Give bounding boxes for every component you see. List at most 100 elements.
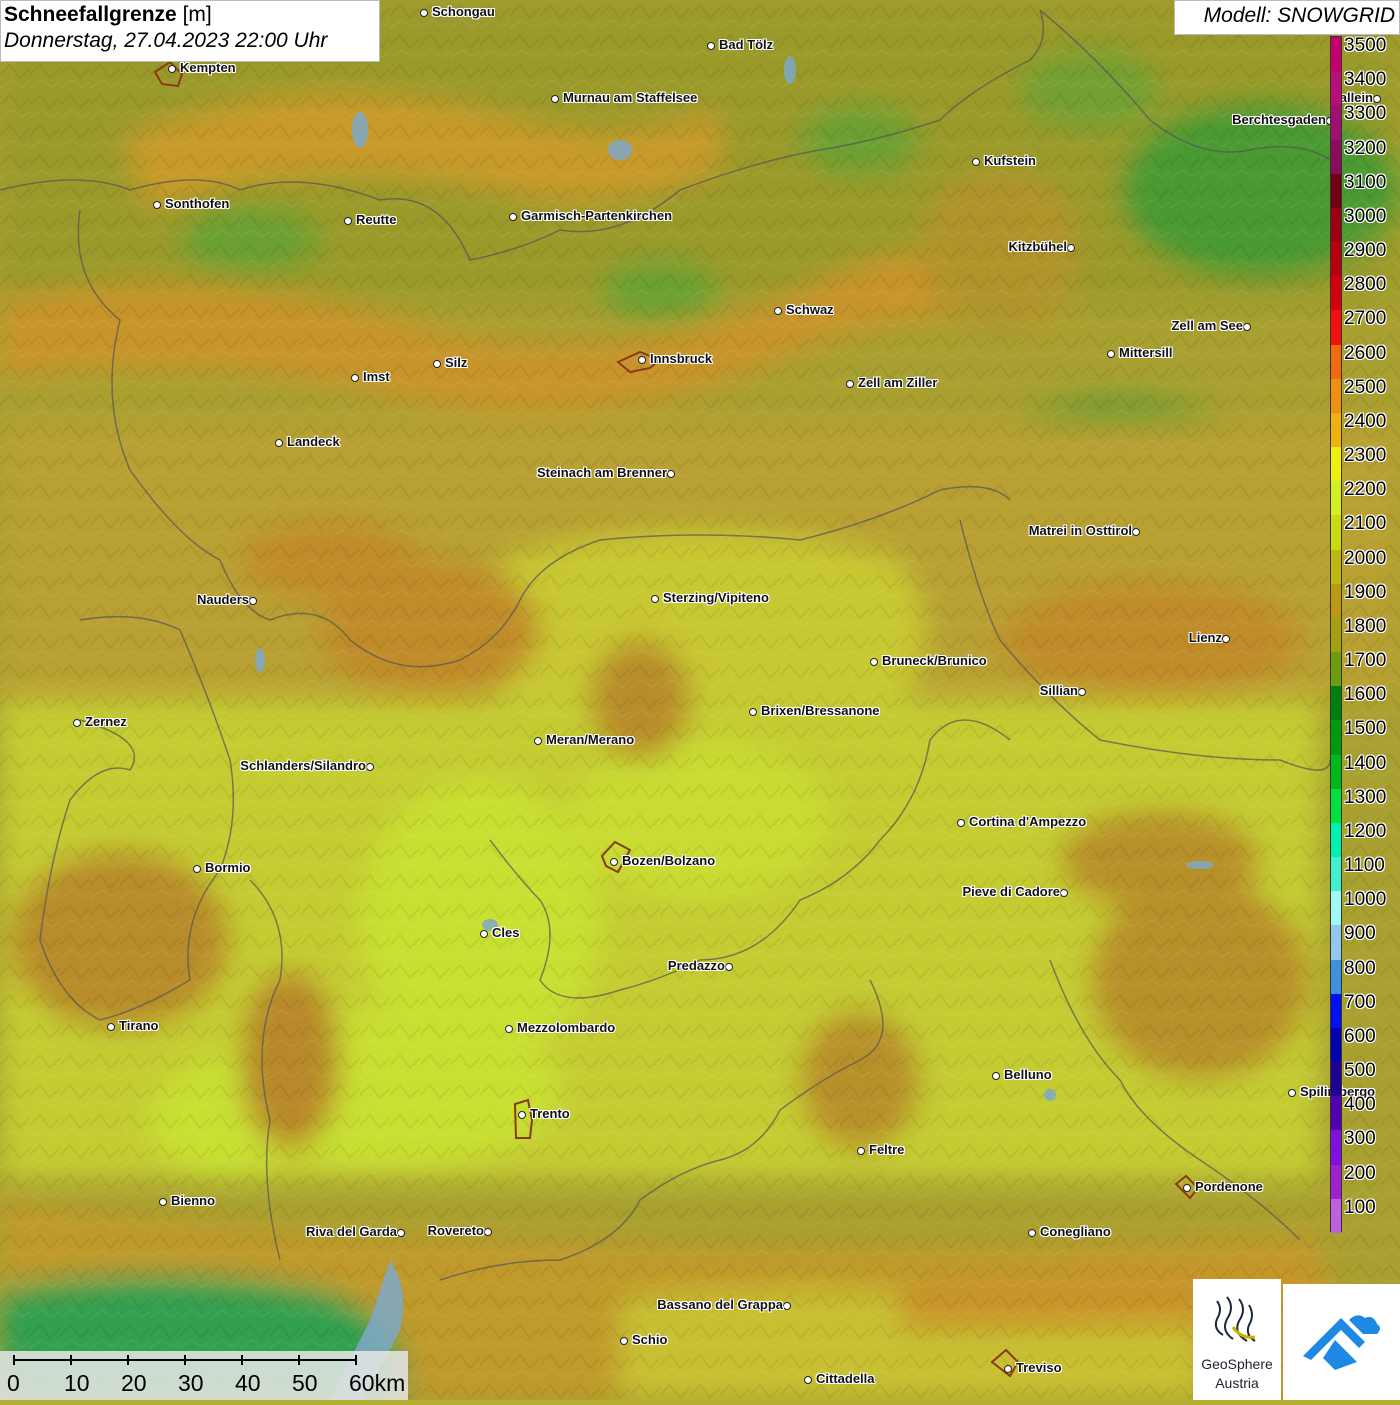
city-marker	[957, 819, 965, 827]
scale-label: 40	[235, 1370, 261, 1396]
title-name: Schneefallgrenze	[4, 3, 177, 26]
legend-swatch	[1331, 617, 1341, 653]
city-marker	[725, 963, 733, 971]
city-label: Kufstein	[984, 153, 1036, 168]
city-marker	[707, 42, 715, 50]
color-legend	[1330, 36, 1342, 1234]
city-marker	[1183, 1184, 1191, 1192]
legend-swatch	[1331, 891, 1341, 926]
legend-label: 1900	[1344, 581, 1387, 603]
legend-label: 100	[1344, 1196, 1376, 1218]
legend-label: 2200	[1344, 479, 1387, 501]
city-marker	[774, 307, 782, 315]
city-label: Matrei in Osttirol	[1028, 523, 1132, 538]
city-label: Sterzing/Vipiteno	[663, 590, 769, 605]
city-label: Mezzolombardo	[517, 1020, 616, 1035]
legend-label: 500	[1344, 1060, 1376, 1082]
logo-line2: Austria	[1215, 1375, 1259, 1391]
city-marker	[1132, 528, 1140, 536]
legend-swatch	[1331, 925, 1341, 961]
scale-bar-line	[13, 1355, 357, 1365]
legend-swatch	[1331, 1198, 1341, 1234]
city-marker	[638, 356, 646, 364]
city-label: Brixen/Bressanone	[761, 703, 880, 718]
legend-label: 1200	[1344, 820, 1387, 842]
legend-swatch	[1331, 549, 1341, 585]
city-marker	[1004, 1365, 1012, 1373]
scale-label: 10	[64, 1370, 90, 1396]
city-label: Murnau am Staffelsee	[563, 90, 698, 105]
legend-label: 1800	[1344, 615, 1387, 637]
city-marker	[509, 213, 517, 221]
city-label: Zell am See	[1171, 318, 1243, 333]
city-label: Silz	[445, 355, 468, 370]
city-marker	[366, 763, 374, 771]
legend-label: 800	[1344, 957, 1376, 979]
city-label: Imst	[363, 369, 390, 384]
city-label: Garmisch-Partenkirchen	[521, 208, 673, 223]
city-marker	[249, 597, 257, 605]
legend-swatch	[1331, 1096, 1341, 1131]
city-label: Feltre	[869, 1142, 905, 1157]
scale-label: 60km	[349, 1370, 406, 1396]
legend-swatch	[1331, 788, 1341, 824]
legend-label: 2500	[1344, 376, 1387, 398]
city-label: Berchtesgaden	[1232, 112, 1326, 127]
city-marker	[551, 95, 559, 103]
logo-line1: GeoSphere	[1201, 1356, 1273, 1372]
city-marker	[534, 737, 542, 745]
city-marker	[783, 1302, 791, 1310]
legend-swatch	[1331, 583, 1341, 619]
legend-label: 900	[1344, 923, 1376, 945]
city-label: Pieve di Cadore	[962, 884, 1060, 899]
legend-swatch	[1331, 993, 1341, 1029]
city-label: Sonthofen	[165, 196, 230, 211]
city-marker	[168, 65, 176, 73]
city-marker	[972, 158, 980, 166]
city-marker	[1067, 244, 1075, 252]
city-label: Schwaz	[786, 302, 834, 317]
legend-label: 2400	[1344, 410, 1387, 432]
city-marker	[1243, 323, 1251, 331]
legend-label: 2000	[1344, 547, 1387, 569]
legend-swatch	[1331, 412, 1341, 448]
city-label: Kitzbühel	[1008, 239, 1068, 254]
city-marker	[1288, 1089, 1296, 1097]
scale-label: 20	[121, 1370, 147, 1396]
city-label: Reutte	[356, 212, 397, 227]
scale-label: 0	[7, 1370, 20, 1396]
city-marker	[153, 201, 161, 209]
legend-swatch	[1331, 139, 1341, 175]
city-label: Conegliano	[1040, 1224, 1111, 1239]
legend-label: 3000	[1344, 205, 1387, 227]
model-label: Modell: SNOWGRID	[1174, 0, 1400, 35]
city-marker	[620, 1337, 628, 1345]
legend-label: 700	[1344, 991, 1376, 1013]
city-label: Nauders	[196, 592, 249, 607]
legend-swatch	[1331, 207, 1341, 243]
city-marker	[505, 1025, 513, 1033]
city-label: Bormio	[205, 860, 251, 875]
city-marker	[73, 719, 81, 727]
legend-swatch	[1331, 1130, 1341, 1166]
city-label: Trento	[530, 1106, 570, 1121]
city-label: Bruneck/Brunico	[882, 653, 987, 668]
city-marker	[1222, 635, 1230, 643]
legend-swatch	[1331, 105, 1341, 140]
legend-swatch	[1331, 242, 1341, 277]
legend-label: 3300	[1344, 103, 1387, 125]
city-marker	[610, 858, 618, 866]
city-label: Landeck	[287, 434, 340, 449]
city-marker	[1373, 95, 1381, 103]
legend-swatch	[1331, 686, 1341, 721]
legend-swatch	[1331, 1027, 1341, 1063]
city-marker	[1028, 1229, 1036, 1237]
legend-swatch	[1331, 515, 1341, 551]
legend-label: 400	[1344, 1094, 1376, 1116]
legend-label: 1400	[1344, 752, 1387, 774]
city-label: Treviso	[1016, 1360, 1062, 1375]
legend-swatch	[1331, 959, 1341, 995]
legend-label: 2800	[1344, 274, 1387, 296]
geosphere-icon	[1214, 1296, 1256, 1342]
city-label: Mittersill	[1119, 345, 1173, 360]
